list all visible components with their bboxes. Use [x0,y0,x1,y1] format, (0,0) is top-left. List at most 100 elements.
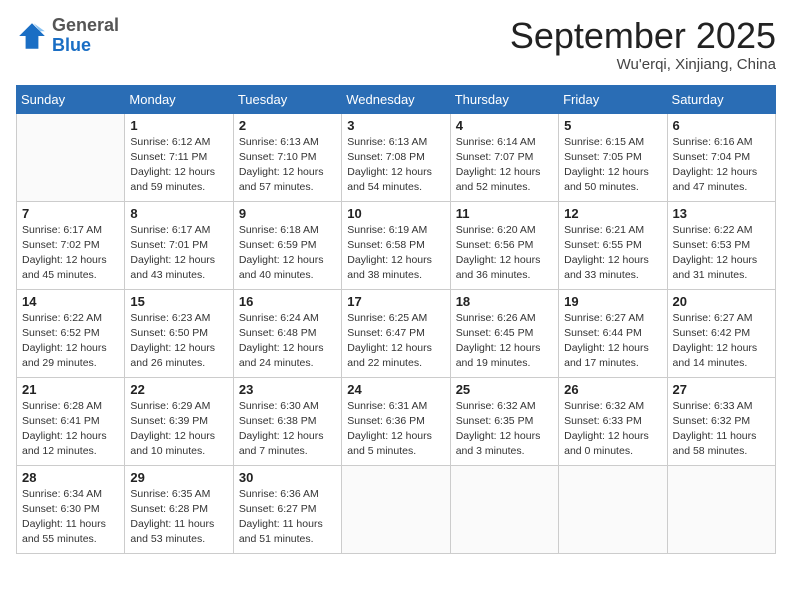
day-info: Sunrise: 6:34 AM Sunset: 6:30 PM Dayligh… [22,487,119,548]
day-number: 29 [130,470,227,485]
calendar-cell [17,113,125,201]
day-of-week-header: Friday [559,85,667,113]
day-number: 20 [673,294,770,309]
day-number: 7 [22,206,119,221]
day-info: Sunrise: 6:12 AM Sunset: 7:11 PM Dayligh… [130,135,227,196]
day-number: 19 [564,294,661,309]
calendar-week-row: 21 Sunrise: 6:28 AM Sunset: 6:41 PM Dayli… [17,377,776,465]
calendar-cell: 21 Sunrise: 6:28 AM Sunset: 6:41 PM Dayli… [17,377,125,465]
day-number: 3 [347,118,444,133]
calendar-cell: 8Sunrise: 6:17 AM Sunset: 7:01 PM Daylig… [125,201,233,289]
day-info: Sunrise: 6:26 AM Sunset: 6:45 PM Dayligh… [456,311,553,372]
calendar-cell: 11Sunrise: 6:20 AM Sunset: 6:56 PM Dayli… [450,201,558,289]
title-block: September 2025 Wu'erqi, Xinjiang, China [510,16,776,73]
logo-general: General [52,15,119,35]
day-info: Sunrise: 6:15 AM Sunset: 7:05 PM Dayligh… [564,135,661,196]
calendar-cell: 3Sunrise: 6:13 AM Sunset: 7:08 PM Daylig… [342,113,450,201]
day-number: 2 [239,118,336,133]
day-of-week-header: Monday [125,85,233,113]
day-info: Sunrise: 6:27 AM Sunset: 6:42 PM Dayligh… [673,311,770,372]
page-header: General Blue September 2025 Wu'erqi, Xin… [16,16,776,73]
day-number: 6 [673,118,770,133]
calendar-week-row: 28 Sunrise: 6:34 AM Sunset: 6:30 PM Dayli… [17,465,776,553]
day-number: 13 [673,206,770,221]
day-info: Sunrise: 6:13 AM Sunset: 7:10 PM Dayligh… [239,135,336,196]
calendar-table: SundayMondayTuesdayWednesdayThursdayFrid… [16,85,776,554]
day-of-week-header: Saturday [667,85,775,113]
day-of-week-header: Sunday [17,85,125,113]
calendar-cell: 18 Sunrise: 6:26 AM Sunset: 6:45 PM Dayli… [450,289,558,377]
day-number: 28 [22,470,119,485]
calendar-cell: 27 Sunrise: 6:33 AM Sunset: 6:32 PM Dayli… [667,377,775,465]
day-number: 27 [673,382,770,397]
calendar-cell: 16 Sunrise: 6:24 AM Sunset: 6:48 PM Dayli… [233,289,341,377]
day-number: 26 [564,382,661,397]
calendar-cell: 6 Sunrise: 6:16 AM Sunset: 7:04 PM Daylig… [667,113,775,201]
day-number: 30 [239,470,336,485]
logo-blue: Blue [52,35,91,55]
logo-text: General Blue [52,16,119,56]
day-info: Sunrise: 6:36 AM Sunset: 6:27 PM Dayligh… [239,487,336,548]
day-number: 10 [347,206,444,221]
day-number: 9 [239,206,336,221]
day-number: 4 [456,118,553,133]
day-of-week-header: Wednesday [342,85,450,113]
day-number: 25 [456,382,553,397]
day-number: 5 [564,118,661,133]
calendar-cell: 10 Sunrise: 6:19 AM Sunset: 6:58 PM Dayli… [342,201,450,289]
day-info: Sunrise: 6:35 AM Sunset: 6:28 PM Dayligh… [130,487,227,548]
month-title: September 2025 [510,16,776,56]
day-number: 16 [239,294,336,309]
day-info: Sunrise: 6:32 AM Sunset: 6:33 PM Dayligh… [564,399,661,460]
calendar-cell: 22Sunrise: 6:29 AM Sunset: 6:39 PM Dayli… [125,377,233,465]
day-info: Sunrise: 6:33 AM Sunset: 6:32 PM Dayligh… [673,399,770,460]
calendar-cell: 26 Sunrise: 6:32 AM Sunset: 6:33 PM Dayli… [559,377,667,465]
calendar-cell: 5 Sunrise: 6:15 AM Sunset: 7:05 PM Daylig… [559,113,667,201]
calendar-cell: 29 Sunrise: 6:35 AM Sunset: 6:28 PM Dayli… [125,465,233,553]
day-info: Sunrise: 6:22 AM Sunset: 6:52 PM Dayligh… [22,311,119,372]
logo-icon [16,20,48,52]
day-info: Sunrise: 6:16 AM Sunset: 7:04 PM Dayligh… [673,135,770,196]
day-info: Sunrise: 6:28 AM Sunset: 6:41 PM Dayligh… [22,399,119,460]
day-number: 21 [22,382,119,397]
calendar-header-row: SundayMondayTuesdayWednesdayThursdayFrid… [17,85,776,113]
calendar-week-row: 7 Sunrise: 6:17 AM Sunset: 7:02 PM Daylig… [17,201,776,289]
calendar-cell: 20 Sunrise: 6:27 AM Sunset: 6:42 PM Dayli… [667,289,775,377]
calendar-cell: 1 Sunrise: 6:12 AM Sunset: 7:11 PM Daylig… [125,113,233,201]
calendar-cell [667,465,775,553]
calendar-cell: 9 Sunrise: 6:18 AM Sunset: 6:59 PM Daylig… [233,201,341,289]
day-info: Sunrise: 6:30 AM Sunset: 6:38 PM Dayligh… [239,399,336,460]
calendar-week-row: 14Sunrise: 6:22 AM Sunset: 6:52 PM Dayli… [17,289,776,377]
calendar-cell: 28 Sunrise: 6:34 AM Sunset: 6:30 PM Dayli… [17,465,125,553]
calendar-cell: 2 Sunrise: 6:13 AM Sunset: 7:10 PM Daylig… [233,113,341,201]
calendar-cell: 14Sunrise: 6:22 AM Sunset: 6:52 PM Dayli… [17,289,125,377]
day-info: Sunrise: 6:23 AM Sunset: 6:50 PM Dayligh… [130,311,227,372]
calendar-cell: 19Sunrise: 6:27 AM Sunset: 6:44 PM Dayli… [559,289,667,377]
day-info: Sunrise: 6:25 AM Sunset: 6:47 PM Dayligh… [347,311,444,372]
calendar-cell [559,465,667,553]
calendar-cell: 23Sunrise: 6:30 AM Sunset: 6:38 PM Dayli… [233,377,341,465]
calendar-cell: 25Sunrise: 6:32 AM Sunset: 6:35 PM Dayli… [450,377,558,465]
day-info: Sunrise: 6:19 AM Sunset: 6:58 PM Dayligh… [347,223,444,284]
calendar-cell [450,465,558,553]
calendar-cell: 17 Sunrise: 6:25 AM Sunset: 6:47 PM Dayli… [342,289,450,377]
day-info: Sunrise: 6:20 AM Sunset: 6:56 PM Dayligh… [456,223,553,284]
calendar-cell: 24 Sunrise: 6:31 AM Sunset: 6:36 PM Dayli… [342,377,450,465]
day-info: Sunrise: 6:18 AM Sunset: 6:59 PM Dayligh… [239,223,336,284]
day-info: Sunrise: 6:24 AM Sunset: 6:48 PM Dayligh… [239,311,336,372]
day-number: 18 [456,294,553,309]
day-number: 22 [130,382,227,397]
calendar-cell: 30 Sunrise: 6:36 AM Sunset: 6:27 PM Dayli… [233,465,341,553]
day-info: Sunrise: 6:14 AM Sunset: 7:07 PM Dayligh… [456,135,553,196]
day-info: Sunrise: 6:22 AM Sunset: 6:53 PM Dayligh… [673,223,770,284]
day-info: Sunrise: 6:21 AM Sunset: 6:55 PM Dayligh… [564,223,661,284]
day-info: Sunrise: 6:17 AM Sunset: 7:02 PM Dayligh… [22,223,119,284]
day-number: 17 [347,294,444,309]
day-number: 15 [130,294,227,309]
day-number: 24 [347,382,444,397]
location: Wu'erqi, Xinjiang, China [510,56,776,73]
day-number: 1 [130,118,227,133]
calendar-cell: 12Sunrise: 6:21 AM Sunset: 6:55 PM Dayli… [559,201,667,289]
day-info: Sunrise: 6:31 AM Sunset: 6:36 PM Dayligh… [347,399,444,460]
calendar-cell [342,465,450,553]
